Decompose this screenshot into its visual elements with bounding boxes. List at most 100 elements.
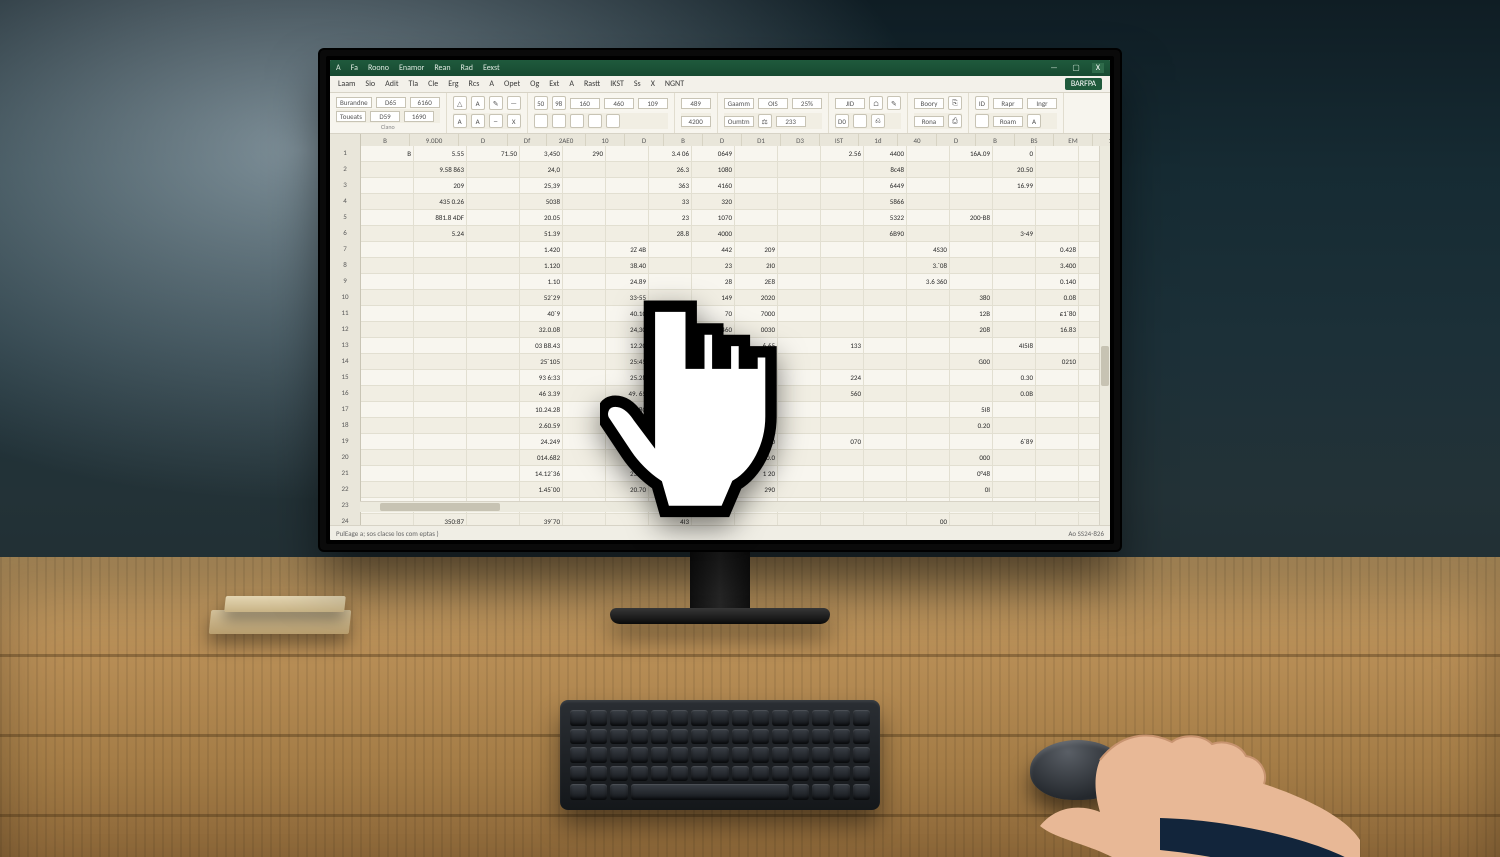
- cell[interactable]: [467, 370, 520, 386]
- cell[interactable]: [907, 146, 950, 162]
- cell[interactable]: [778, 178, 821, 194]
- cell[interactable]: [907, 210, 950, 226]
- cell[interactable]: 03 B8.43: [520, 338, 563, 354]
- ribbon-icon[interactable]: D0: [835, 114, 849, 128]
- cell[interactable]: 014.682: [520, 450, 563, 466]
- maximize-button[interactable]: ▢: [1070, 63, 1082, 73]
- cell[interactable]: 10-40: [606, 434, 649, 450]
- cell[interactable]: [1036, 146, 1079, 162]
- cell[interactable]: 881.8 4DF: [414, 210, 467, 226]
- cell[interactable]: [414, 306, 467, 322]
- cell[interactable]: [563, 466, 606, 482]
- cell[interactable]: [735, 178, 778, 194]
- cell[interactable]: [778, 402, 821, 418]
- cell[interactable]: [864, 482, 907, 498]
- row-number[interactable]: 11: [330, 306, 361, 322]
- ribbon-icon[interactable]: [588, 114, 602, 128]
- cell[interactable]: 23: [692, 258, 735, 274]
- cell[interactable]: [821, 258, 864, 274]
- cell[interactable]: [821, 466, 864, 482]
- cell[interactable]: [735, 146, 778, 162]
- cell[interactable]: 2020: [735, 290, 778, 306]
- cell[interactable]: 4400: [864, 146, 907, 162]
- cell[interactable]: [950, 162, 993, 178]
- ribbon-icon[interactable]: A: [453, 114, 467, 128]
- cell[interactable]: [414, 242, 467, 258]
- row-number[interactable]: 9: [330, 274, 361, 290]
- cell[interactable]: 224: [821, 370, 864, 386]
- cell[interactable]: [361, 274, 414, 290]
- cell[interactable]: 5I8: [950, 402, 993, 418]
- cell[interactable]: [467, 306, 520, 322]
- cell[interactable]: 9.58 863: [414, 162, 467, 178]
- row-number[interactable]: 7: [330, 242, 361, 258]
- row-number[interactable]: 15: [330, 370, 361, 386]
- cell[interactable]: [649, 386, 692, 402]
- menu-item[interactable]: NGNT: [665, 79, 684, 89]
- cell[interactable]: [778, 226, 821, 242]
- menu-item[interactable]: Adit: [385, 79, 398, 89]
- cell[interactable]: [821, 226, 864, 242]
- cell[interactable]: [649, 338, 692, 354]
- ribbon-value[interactable]: D59: [370, 111, 400, 122]
- cell[interactable]: 6B90: [864, 226, 907, 242]
- cell[interactable]: [1036, 178, 1079, 194]
- cell[interactable]: 25´105: [520, 354, 563, 370]
- cell[interactable]: [563, 482, 606, 498]
- cell[interactable]: 0030: [735, 322, 778, 338]
- cell[interactable]: [1036, 434, 1079, 450]
- cell[interactable]: [606, 178, 649, 194]
- menu-item[interactable]: Sio: [365, 79, 375, 89]
- cell[interactable]: [467, 162, 520, 178]
- cell[interactable]: 16A.09: [950, 146, 993, 162]
- ribbon-value[interactable]: Oumtm: [724, 116, 754, 127]
- cell[interactable]: [649, 322, 692, 338]
- cell[interactable]: 71.50: [467, 146, 520, 162]
- cell[interactable]: [361, 434, 414, 450]
- cell[interactable]: 4000: [692, 226, 735, 242]
- cell[interactable]: [821, 482, 864, 498]
- cell[interactable]: [907, 418, 950, 434]
- cell[interactable]: [950, 338, 993, 354]
- cell[interactable]: [563, 290, 606, 306]
- menu-item[interactable]: A: [489, 79, 494, 89]
- cell[interactable]: [467, 402, 520, 418]
- cell[interactable]: 1.2-60: [606, 418, 649, 434]
- cell[interactable]: [563, 434, 606, 450]
- cell[interactable]: [907, 450, 950, 466]
- cell[interactable]: [950, 434, 993, 450]
- cell[interactable]: 070: [821, 434, 864, 450]
- cell[interactable]: 1.45´00: [520, 482, 563, 498]
- cell[interactable]: 2I0: [735, 258, 778, 274]
- menu-item[interactable]: Rcs: [469, 79, 480, 89]
- cell[interactable]: [414, 386, 467, 402]
- cell[interactable]: [864, 450, 907, 466]
- cell[interactable]: 0.20: [950, 418, 993, 434]
- cell[interactable]: 000: [692, 434, 735, 450]
- cell[interactable]: [361, 194, 414, 210]
- cell[interactable]: [907, 306, 950, 322]
- cell[interactable]: [778, 386, 821, 402]
- cell[interactable]: 300: [692, 386, 735, 402]
- cell[interactable]: [950, 386, 993, 402]
- cell[interactable]: [907, 178, 950, 194]
- ribbon-icon[interactable]: ID: [975, 96, 989, 110]
- row-number[interactable]: 23: [330, 498, 361, 514]
- cell[interactable]: 24.249: [520, 434, 563, 450]
- cell[interactable]: [606, 162, 649, 178]
- cell[interactable]: 1 20: [735, 466, 778, 482]
- scrollbar-vertical[interactable]: [1099, 146, 1110, 526]
- cell[interactable]: 33: [649, 194, 692, 210]
- cell[interactable]: [649, 242, 692, 258]
- cell[interactable]: 38.40: [606, 258, 649, 274]
- cell[interactable]: [993, 306, 1036, 322]
- cell[interactable]: [907, 162, 950, 178]
- row-number[interactable]: 13: [330, 338, 361, 354]
- cell[interactable]: 3.6 360: [907, 274, 950, 290]
- ribbon-icon[interactable]: [534, 114, 548, 128]
- row-number[interactable]: 4: [330, 194, 361, 210]
- cell[interactable]: [649, 290, 692, 306]
- cell[interactable]: [778, 354, 821, 370]
- cell[interactable]: 0°48: [950, 466, 993, 482]
- cell[interactable]: 24.89: [606, 274, 649, 290]
